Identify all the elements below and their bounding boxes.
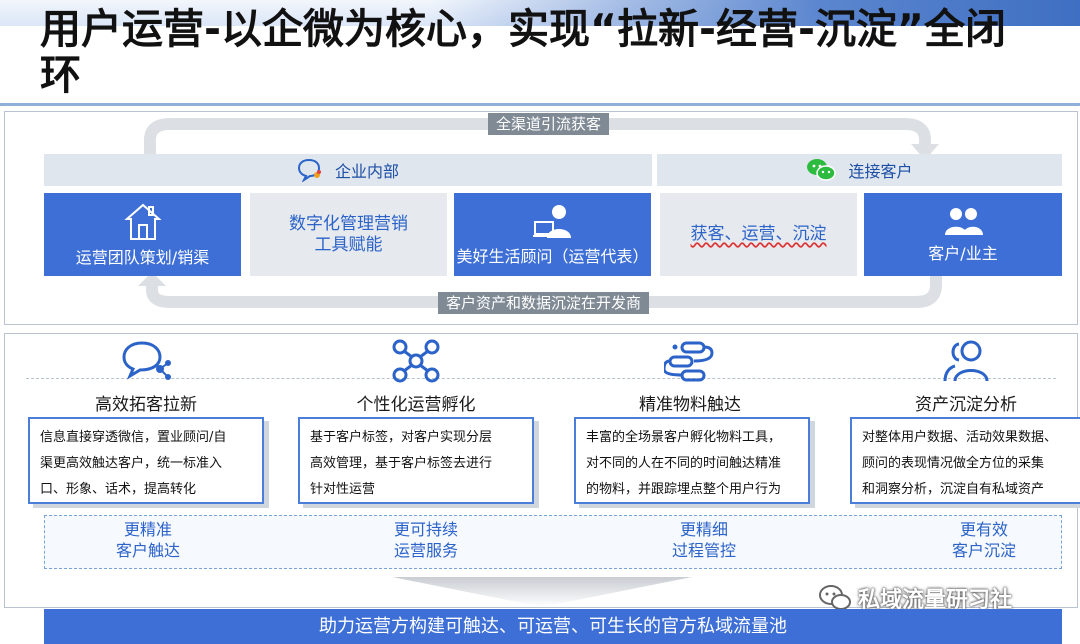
tile-life-advisor: 美好生活顾问（运营代表） bbox=[454, 193, 651, 276]
benefit-line2: 客户触达 bbox=[115, 541, 180, 560]
feature-personalized-desc: 基于客户标签，对客户实现分层 高效管理，基于客户标签去进行 针对性运营 bbox=[298, 417, 534, 504]
chat-bubble-icon bbox=[297, 158, 321, 182]
loop-bottom-label: 客户资产和数据沉淀在开发商 bbox=[438, 292, 650, 314]
benefit-line1: 更精细 bbox=[679, 520, 728, 539]
tile-customer-owner: 客户/业主 bbox=[864, 193, 1062, 276]
desc-line: 丰富的全场景客户孵化物料工具， bbox=[586, 430, 782, 445]
loop-top-label: 全渠道引流获客 bbox=[488, 113, 610, 135]
tile-operations-team: 运营团队策划/销渠 bbox=[44, 193, 241, 276]
advisor-icon bbox=[532, 205, 571, 238]
bottom-banner: 助力运营方构建可触达、可运营、可生长的官方私域流量池 bbox=[44, 609, 1062, 644]
feature-personalized-title: 个性化运营孵化 bbox=[356, 395, 476, 415]
house-icon bbox=[123, 203, 162, 240]
people-icon bbox=[945, 208, 983, 235]
tile-customer-owner-label: 客户/业主 bbox=[928, 244, 998, 263]
desc-line: 的物料，并跟踪埋点整个用户行为 bbox=[586, 482, 782, 497]
desc-line: 信息直接穿透微信，置业顾问/自 bbox=[40, 430, 227, 445]
desc-line: 顾问的表现情况做全方位的采集 bbox=[862, 456, 1045, 471]
desc-line: 渠更高效触达客户，统一标准入 bbox=[40, 456, 223, 471]
desc-line: 对整体用户数据、活动效果数据、 bbox=[862, 430, 1058, 445]
feature-acquisition-title: 高效拓客拉新 bbox=[95, 395, 197, 415]
feature-asset-analysis-title: 资产沉淀分析 bbox=[915, 395, 1017, 415]
flow-icon bbox=[664, 341, 714, 382]
benefit-effective: 更有效 客户沉淀 bbox=[904, 519, 1064, 561]
benefit-line1: 更可持续 bbox=[393, 520, 458, 539]
benefit-refined: 更精细 过程管控 bbox=[624, 519, 784, 561]
feature-precise-material-title: 精准物料触达 bbox=[639, 395, 741, 415]
benefit-precise: 更精准 客户触达 bbox=[68, 519, 228, 561]
feature-asset-analysis-desc: 对整体用户数据、活动效果数据、 顾问的表现情况做全方位的采集 和洞察分析，沉淀自… bbox=[850, 417, 1080, 504]
tile-digital-tools-line1: 数字化管理营销 bbox=[289, 213, 408, 234]
tile-life-advisor-label: 美好生活顾问（运营代表） bbox=[456, 247, 649, 266]
tile-acquire-operate-label: 获客、运营、沉淀 bbox=[690, 224, 827, 244]
desc-line: 口、形象、话术，提高转化 bbox=[40, 482, 197, 497]
feature-personalized: 个性化运营孵化 bbox=[306, 338, 526, 415]
feature-acquisition: 高效拓客拉新 bbox=[36, 338, 256, 415]
benefit-line2: 运营服务 bbox=[393, 541, 458, 560]
band-customer: 连接客户 bbox=[657, 154, 1062, 186]
benefit-sustainable: 更可持续 运营服务 bbox=[346, 519, 506, 561]
wechat-icon bbox=[807, 159, 837, 181]
feature-acquisition-desc: 信息直接穿透微信，置业顾问/自 渠更高效触达客户，统一标准入 口、形象、话术，提… bbox=[28, 417, 264, 504]
desc-line: 对不同的人在不同的时间触达精准 bbox=[586, 456, 782, 471]
desc-line: 基于客户标签，对客户实现分层 bbox=[310, 430, 493, 445]
tile-operations-team-label: 运营团队策划/销渠 bbox=[75, 248, 210, 267]
desc-line: 高效管理，基于客户标签去进行 bbox=[310, 456, 493, 471]
benefit-line2: 过程管控 bbox=[671, 541, 736, 560]
benefit-line2: 客户沉淀 bbox=[951, 541, 1016, 560]
users-outline-icon bbox=[943, 340, 989, 382]
band-customer-label: 连接客户 bbox=[848, 162, 913, 181]
benefit-line1: 更有效 bbox=[959, 520, 1008, 539]
feature-precise-material: 精准物料触达 bbox=[580, 338, 800, 415]
tile-acquire-operate: 获客、运营、沉淀 bbox=[660, 193, 857, 276]
tile-digital-tools-line2: 工具赋能 bbox=[314, 234, 383, 255]
tile-digital-tools: 数字化管理营销 工具赋能 bbox=[250, 193, 447, 276]
feature-precise-material-desc: 丰富的全场景客户孵化物料工具， 对不同的人在不同的时间触达精准 的物料，并跟踪埋… bbox=[574, 417, 810, 504]
benefit-line1: 更精准 bbox=[123, 520, 172, 539]
down-arrow bbox=[392, 577, 692, 607]
desc-line: 针对性运营 bbox=[310, 482, 376, 497]
node-graph-icon bbox=[392, 339, 440, 383]
desc-line: 和洞察分析，沉淀自有私域资产 bbox=[862, 482, 1045, 497]
feature-asset-analysis: 资产沉淀分析 bbox=[856, 338, 1076, 415]
band-internal: 企业内部 bbox=[44, 154, 652, 186]
chat-network-icon bbox=[122, 341, 171, 380]
band-internal-label: 企业内部 bbox=[334, 162, 399, 181]
